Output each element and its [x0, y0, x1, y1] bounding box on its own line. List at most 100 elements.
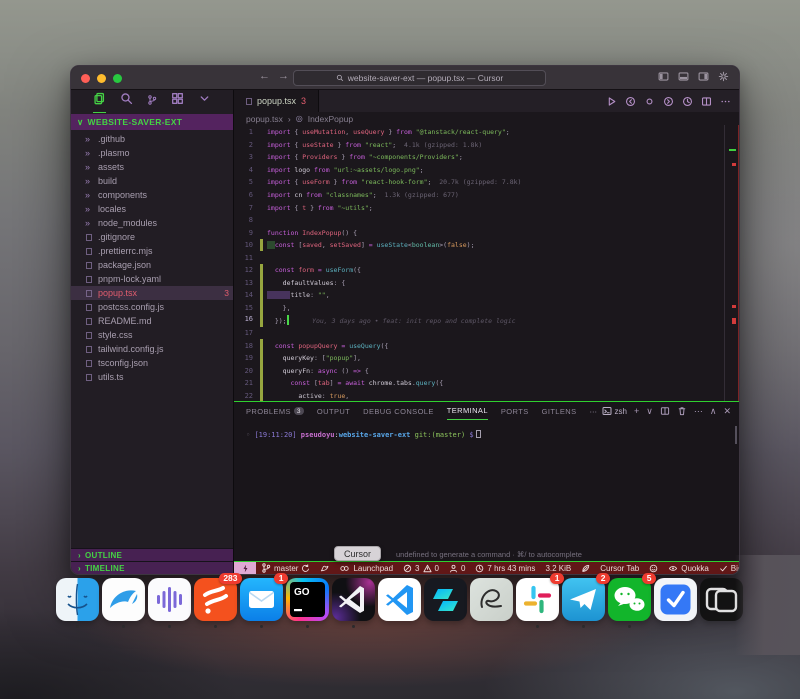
dock-item-fox-browser[interactable]: [102, 578, 145, 628]
tree-item-plasmo[interactable]: ».plasmo: [71, 146, 233, 160]
status-git-branch-master[interactable]: master: [256, 562, 315, 575]
explorer-project-header[interactable]: ∨ WEBSITE-SAVER-EXT: [71, 114, 233, 130]
status-collab-count[interactable]: 0: [444, 562, 470, 575]
tree-item-tsconfig-json[interactable]: tsconfig.json: [71, 356, 233, 370]
activity-explorer[interactable]: [93, 92, 106, 113]
panel-tab-problems[interactable]: PROBLEMS3: [246, 402, 304, 420]
status-feather-status[interactable]: [576, 562, 595, 575]
cursor-editor-app-icon[interactable]: [332, 578, 375, 621]
record-circle-icon[interactable]: [644, 96, 655, 107]
breadcrumb[interactable]: popup.tsx › ◎ IndexPopup: [234, 112, 739, 125]
things-app-icon[interactable]: [654, 578, 697, 621]
tree-item-github[interactable]: ».github: [71, 132, 233, 146]
dock-item-vscode[interactable]: [378, 578, 421, 628]
status-biome[interactable]: Biome 1.8.3 (bundled): [714, 562, 739, 575]
tree-item-assets[interactable]: »assets: [71, 160, 233, 174]
layout-right-icon[interactable]: [698, 71, 709, 82]
split-terminal[interactable]: [660, 406, 670, 416]
panel-tab-ports[interactable]: PORTS: [501, 402, 529, 420]
tree-item-components[interactable]: »components: [71, 188, 233, 202]
code-editor[interactable]: 1import { useMutation, useQuery } from "…: [234, 125, 739, 401]
status-problems-count[interactable]: 30: [398, 562, 444, 575]
tree-item-gitignore[interactable]: .gitignore: [71, 230, 233, 244]
window-titlebar[interactable]: ← → website-saver-ext — popup.tsx — Curs…: [71, 66, 739, 90]
vscode-app-icon[interactable]: [378, 578, 421, 621]
outline-section-header[interactable]: › OUTLINE: [71, 548, 233, 561]
finder-app-icon[interactable]: [56, 578, 99, 621]
shell-selector[interactable]: zsh: [602, 406, 627, 416]
tree-item-postcss-config-js[interactable]: postcss.config.js: [71, 300, 233, 314]
tree-item-popup-tsx[interactable]: popup.tsx3: [71, 286, 233, 300]
audio-waves-app-icon[interactable]: [148, 578, 191, 621]
status-publish[interactable]: [315, 562, 334, 575]
tree-item-readme-md[interactable]: README.md: [71, 314, 233, 328]
activity-search[interactable]: [120, 92, 133, 112]
nav-back-button[interactable]: ←: [259, 70, 270, 82]
tree-item-tailwind-config-js[interactable]: tailwind.config.js: [71, 342, 233, 356]
activity-extensions[interactable]: [171, 92, 184, 112]
dock-item-mail[interactable]: 1: [240, 578, 283, 628]
tree-item-locales[interactable]: »locales: [71, 202, 233, 216]
tree-item-pnpm-lock-yaml[interactable]: pnpm-lock.yaml: [71, 272, 233, 286]
dock-item-cursor-editor[interactable]: [332, 578, 375, 628]
terminal-dropdown[interactable]: ∨: [646, 406, 653, 417]
run-icon[interactable]: [606, 96, 617, 107]
telegram-app-icon[interactable]: 2: [562, 578, 605, 621]
nav-forward-circle-icon[interactable]: [663, 96, 674, 107]
more-actions[interactable]: ⋯: [694, 406, 703, 417]
tree-item-style-css[interactable]: style.css: [71, 328, 233, 342]
kill-terminal[interactable]: [677, 406, 687, 416]
dock-item-stacked-windows[interactable]: [700, 578, 743, 628]
dock-item-slack[interactable]: 1: [516, 578, 559, 628]
mail-app-icon[interactable]: 1: [240, 578, 283, 621]
status-quokka[interactable]: Quokka: [663, 562, 714, 575]
dock-item-goland[interactable]: GO: [286, 578, 329, 628]
window-title-search[interactable]: website-saver-ext — popup.tsx — Cursor: [293, 70, 546, 86]
timeline-section-header[interactable]: › TIMELINE: [71, 561, 233, 574]
activity-more[interactable]: [198, 92, 211, 112]
maximize-panel[interactable]: ∧: [710, 406, 717, 417]
panel-tab-output[interactable]: OUTPUT: [317, 402, 350, 420]
tree-item-build[interactable]: »build: [71, 174, 233, 188]
status-launchpad[interactable]: Launchpad: [334, 562, 398, 575]
status-time-tracked[interactable]: 7 hrs 43 mins: [470, 562, 540, 575]
dock-item-sketch-notes[interactable]: [470, 578, 513, 628]
dock-item-warp-terminal[interactable]: [424, 578, 467, 628]
dock-item-things[interactable]: [654, 578, 697, 628]
layout-left-icon[interactable]: [658, 71, 669, 82]
settings-gear-icon[interactable]: [718, 71, 729, 82]
new-terminal[interactable]: +: [634, 406, 639, 416]
fox-browser-app-icon[interactable]: [102, 578, 145, 621]
dock-item-reeder[interactable]: 283: [194, 578, 237, 628]
dock-item-finder[interactable]: [56, 578, 99, 628]
stacked-windows-app-icon[interactable]: [700, 578, 743, 621]
dock-item-wechat[interactable]: 5: [608, 578, 651, 628]
tree-item-utils-ts[interactable]: utils.ts: [71, 370, 233, 384]
close-panel[interactable]: ✕: [723, 406, 731, 417]
minimize-window-button[interactable]: [97, 74, 106, 83]
wechat-app-icon[interactable]: 5: [608, 578, 651, 621]
activity-source-control[interactable]: [147, 92, 157, 112]
layout-bottom-icon[interactable]: [678, 71, 689, 82]
panel-tab-gitlens[interactable]: GITLENS: [542, 402, 577, 420]
nav-back-circle-icon[interactable]: [625, 96, 636, 107]
slack-app-icon[interactable]: 1: [516, 578, 559, 621]
dock-item-audio-waves[interactable]: [148, 578, 191, 628]
tree-item-package-json[interactable]: package.json: [71, 258, 233, 272]
sketch-notes-app-icon[interactable]: [470, 578, 513, 621]
terminal[interactable]: ◦ [19:11:20] pseudoyu:website-saver-ext …: [234, 420, 739, 548]
timer-icon[interactable]: [682, 96, 693, 107]
close-window-button[interactable]: [81, 74, 90, 83]
goland-app-icon[interactable]: GO: [286, 578, 329, 621]
dock-item-telegram[interactable]: 2: [562, 578, 605, 628]
reeder-app-icon[interactable]: 283: [194, 578, 237, 621]
zoom-window-button[interactable]: [113, 74, 122, 83]
panel-tab-[interactable]: ⋯: [590, 402, 598, 420]
terminal-scrollbar[interactable]: [735, 426, 737, 444]
tree-item-node-modules[interactable]: »node_modules: [71, 216, 233, 230]
nav-forward-button[interactable]: →: [278, 70, 289, 82]
panel-tab-debug-console[interactable]: DEBUG CONSOLE: [363, 402, 434, 420]
panel-tab-terminal[interactable]: TERMINAL: [447, 402, 488, 420]
split-editor-icon[interactable]: [701, 96, 712, 107]
more-icon[interactable]: [720, 96, 731, 107]
